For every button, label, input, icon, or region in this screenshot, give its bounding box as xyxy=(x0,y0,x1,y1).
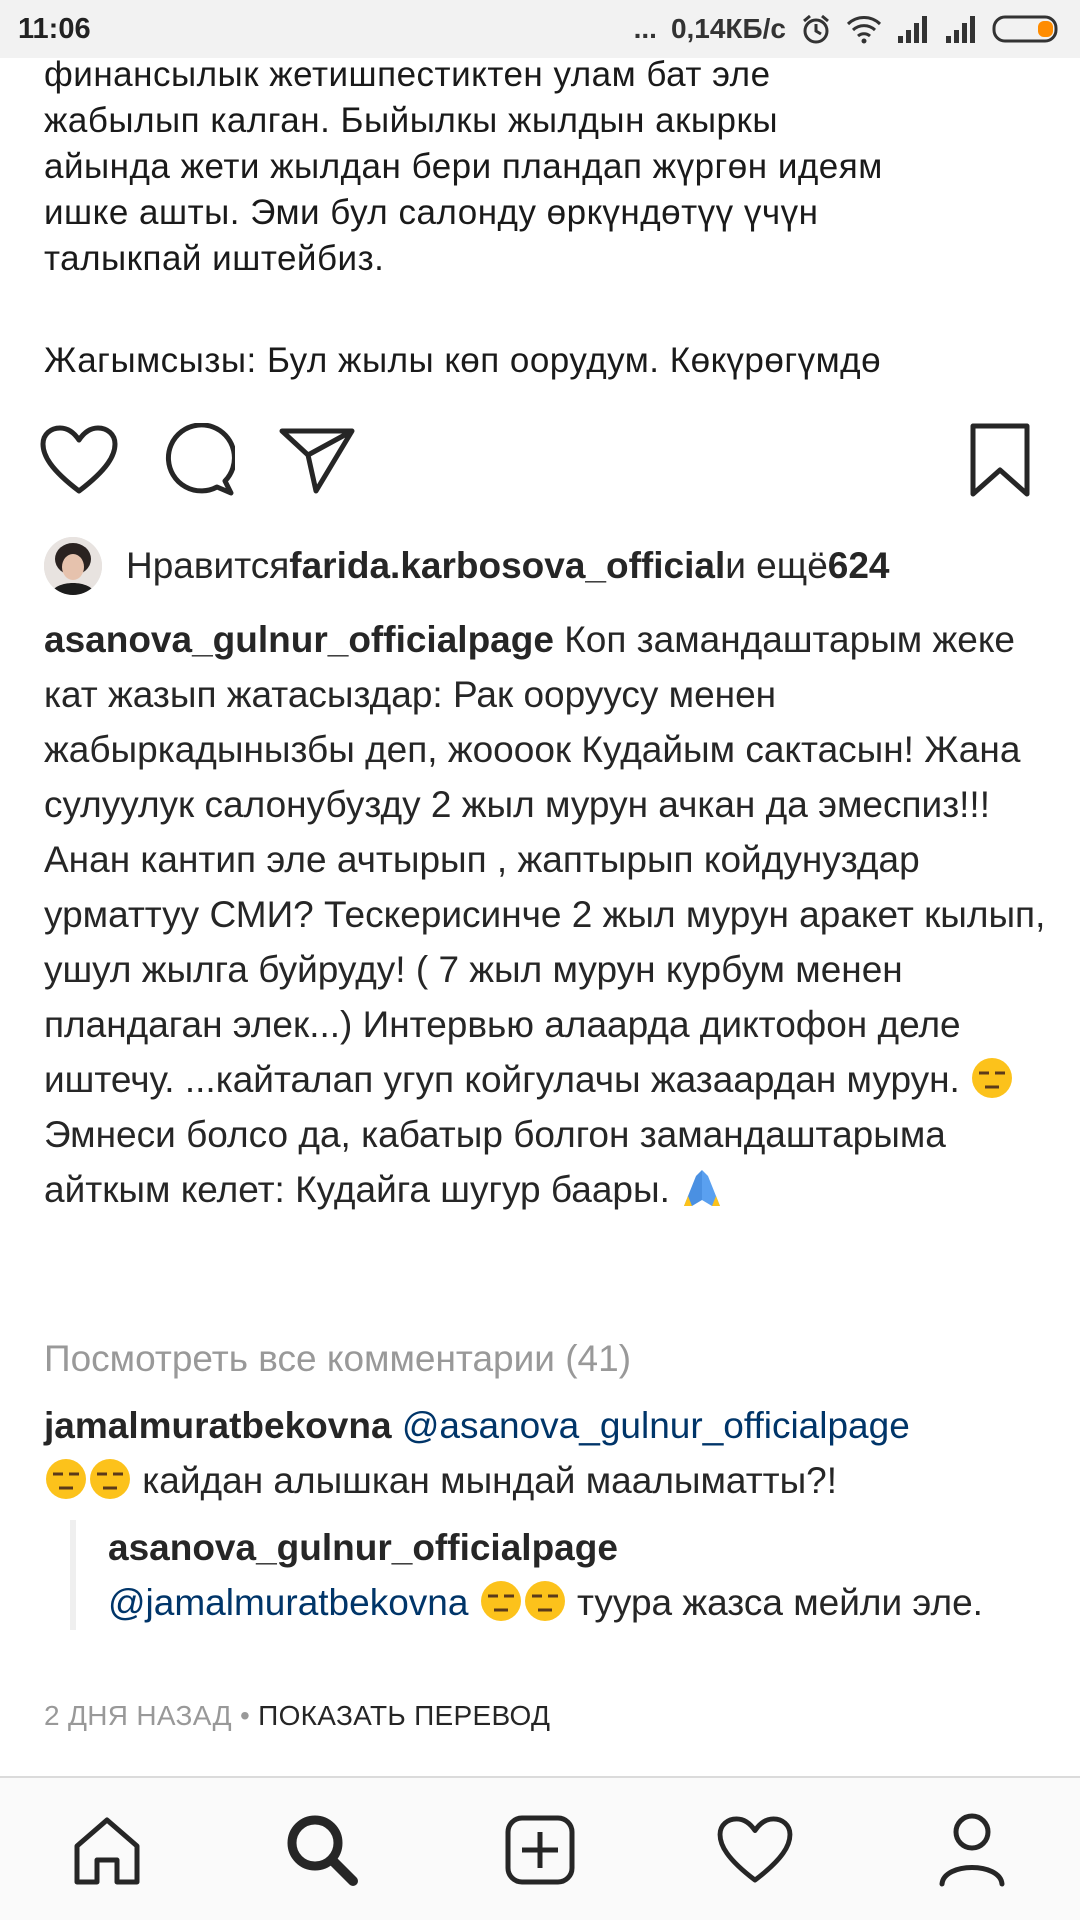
avatar[interactable] xyxy=(44,537,102,595)
unamused-emoji-icon xyxy=(524,1581,565,1621)
home-icon xyxy=(74,1817,140,1885)
status-dots: ... xyxy=(633,13,657,44)
reply-text: туура жазса мейли эле. xyxy=(566,1582,983,1623)
status-bar: 11:06 ... 0,14КБ/с xyxy=(0,0,1080,58)
share-button[interactable] xyxy=(272,415,362,505)
reply-item: asanova_gulnur_officialpage @jamalmuratb… xyxy=(70,1520,1040,1630)
comment-author-link[interactable]: jamalmuratbekovna xyxy=(44,1405,392,1446)
likes-row[interactable]: Нравится farida.karbosova_official и ещё… xyxy=(44,535,890,597)
image-text-line: ишке ашты. Эми бул салонду өркүндөтүү үч… xyxy=(44,193,819,232)
nav-home[interactable] xyxy=(57,1800,157,1900)
reply-author-link[interactable]: asanova_gulnur_officialpage xyxy=(108,1527,618,1568)
image-text-line: Жагымсызы: Бул жылы көп оорудум. Көкүрөг… xyxy=(44,341,882,380)
reply-mention-link[interactable]: @jamalmuratbekovna xyxy=(108,1582,468,1623)
unamused-emoji-icon xyxy=(46,1459,86,1499)
nav-new-post[interactable] xyxy=(490,1800,590,1900)
unamused-emoji-icon xyxy=(90,1459,130,1499)
view-all-comments-link[interactable]: Посмотреть все комментарии (41) xyxy=(44,1338,631,1380)
nav-search[interactable] xyxy=(272,1800,372,1900)
image-text-line: финансылык жетишпестиктен улам бат эле xyxy=(44,58,771,94)
image-paragraph-1: финансылык жетишпестиктен улам бат эле ж… xyxy=(44,58,1044,282)
meta-separator: • xyxy=(231,1700,259,1731)
image-text-line: талыкпай иштейбиз. xyxy=(44,239,385,278)
comment-text: кайдан алышкан мындай маалыматты?! xyxy=(132,1460,838,1501)
profile-icon xyxy=(939,1813,1005,1887)
search-icon xyxy=(287,1815,358,1886)
comment-icon xyxy=(166,423,235,496)
bottom-nav xyxy=(0,1776,1080,1920)
comment-mention-link[interactable]: @asanova_gulnur_officialpage xyxy=(402,1405,910,1446)
post-meta: 2 ДНЯ НАЗАД • ПОКАЗАТЬ ПЕРЕВОД xyxy=(44,1700,550,1732)
nav-profile[interactable] xyxy=(922,1800,1022,1900)
wifi-icon xyxy=(846,14,882,44)
signal-icon xyxy=(896,14,930,44)
status-time: 11:06 xyxy=(18,12,91,45)
activity-heart-icon xyxy=(717,1816,793,1883)
bookmark-icon xyxy=(970,423,1030,497)
heart-icon xyxy=(40,425,118,494)
caption-text: Коп замандаштарым жеке кат жазып жатасыз… xyxy=(44,619,1046,1100)
likes-middle: и ещё xyxy=(725,545,828,586)
comment-item: jamalmuratbekovna @asanova_gulnur_offici… xyxy=(44,1398,1054,1508)
image-text-line: жабылып калган. Быйылкы жылдын акыркы xyxy=(44,101,778,140)
post-caption: asanova_gulnur_officialpage Коп замандаш… xyxy=(44,612,1054,1217)
unamused-emoji-icon xyxy=(972,1058,1013,1098)
paper-plane-icon xyxy=(279,428,355,494)
add-post-icon xyxy=(505,1815,575,1885)
unamused-emoji-icon xyxy=(480,1581,521,1621)
signal-icon xyxy=(944,14,978,44)
comment-button[interactable] xyxy=(153,415,243,505)
likes-count[interactable]: 624 xyxy=(828,545,890,587)
caption-author-link[interactable]: asanova_gulnur_officialpage xyxy=(44,619,554,660)
network-speed: 0,14КБ/с xyxy=(670,13,786,44)
battery-icon xyxy=(992,14,1062,44)
alarm-icon xyxy=(800,13,832,45)
caption-text: Эмнеси болсо да, кабатыр болгон замандаш… xyxy=(44,1114,946,1210)
image-paragraph-2: Жагымсызы: Бул жылы көп оорудум. Көкүрөг… xyxy=(44,338,1044,384)
likes-prefix: Нравится xyxy=(126,545,290,586)
image-text-line: айында жети жылдан бери пландап жүргөн и… xyxy=(44,147,883,186)
show-translation-link[interactable]: ПОКАЗАТЬ ПЕРЕВОД xyxy=(258,1700,550,1731)
post-image[interactable]: финансылык жетишпестиктен улам бат эле ж… xyxy=(0,58,1080,393)
post-actions xyxy=(0,415,1080,505)
likes-user-link[interactable]: farida.karbosova_official xyxy=(289,545,725,587)
post-time: 2 ДНЯ НАЗАД xyxy=(44,1700,232,1731)
status-right: ... 0,14КБ/с xyxy=(634,13,1062,45)
nav-activity[interactable] xyxy=(705,1800,805,1900)
like-button[interactable] xyxy=(34,415,124,505)
save-button[interactable] xyxy=(955,415,1045,505)
folded-hands-emoji-icon xyxy=(684,1170,721,1206)
